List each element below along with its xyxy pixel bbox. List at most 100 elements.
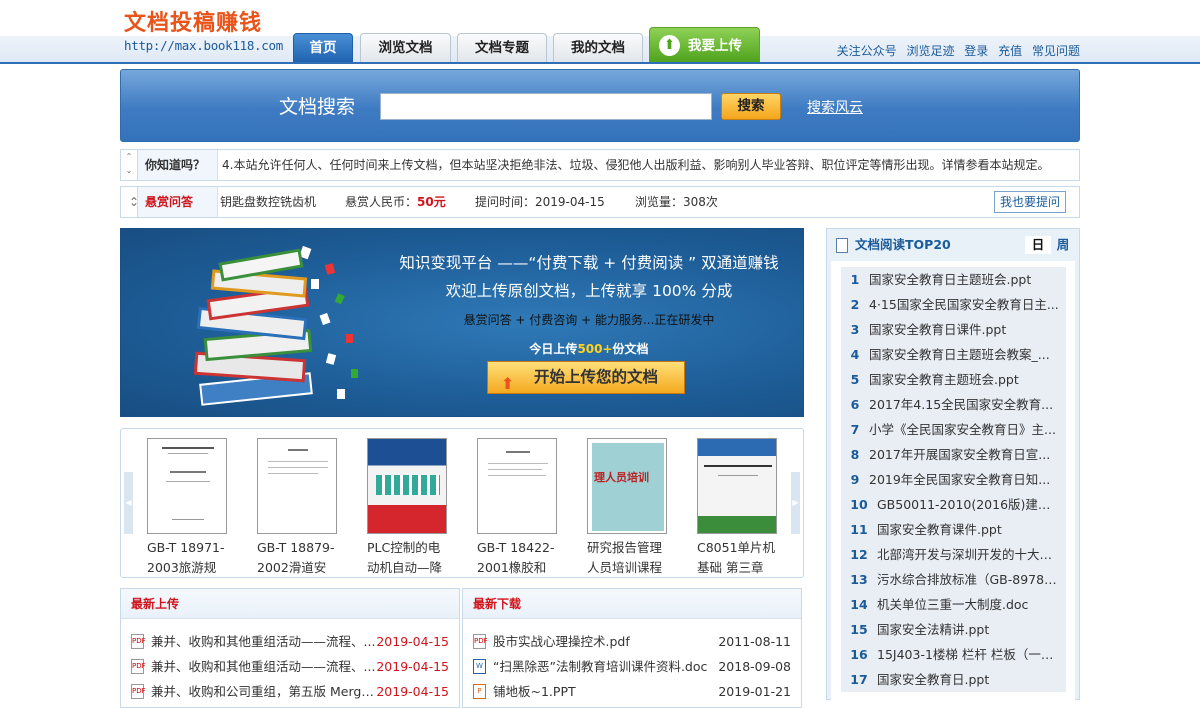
reward-amount: 悬赏人民币：50元 — [345, 187, 446, 217]
list-item-title[interactable]: 4·15国家全民国家安全教育日主... — [869, 292, 1060, 317]
chevron-down-icon[interactable]: ⌄ — [126, 166, 133, 175]
today-count-value: 500+ — [577, 342, 613, 356]
carousel-caption[interactable]: 研究报告管理人员培训课程 — [587, 538, 667, 578]
list-item-title[interactable]: 15J403-1楼梯 栏杆 栏板（一）... — [877, 642, 1060, 667]
list-item[interactable]: 5 国家安全教育主题班会.ppt — [841, 367, 1066, 392]
reward-question[interactable]: 钥匙盘数控铣齿机 — [220, 187, 316, 217]
carousel-item[interactable]: PLC控制的电动机自动—降 — [367, 438, 447, 578]
search-button[interactable]: 搜索 — [721, 93, 781, 120]
list-item[interactable]: 13 污水综合排放标准（GB-8978-1... — [841, 567, 1066, 592]
link-follow-wechat[interactable]: 关注公众号 — [837, 44, 897, 58]
rank-number: 8 — [850, 447, 860, 462]
rank-number: 2 — [850, 297, 860, 312]
reward-scroll-arrows[interactable]: ⌃ ⌄ — [121, 187, 139, 217]
list-item-title[interactable]: 国家安全教育日主题班会.ppt — [869, 267, 1060, 292]
doc-thumbnail[interactable] — [477, 438, 557, 534]
link-login[interactable]: 登录 — [964, 44, 988, 58]
tab-browse-docs[interactable]: 浏览文档 — [360, 33, 451, 62]
list-item-title[interactable]: 铺地板~1.PPT — [493, 679, 733, 704]
list-item[interactable]: 2 4·15国家全民国家安全教育日主... — [841, 292, 1066, 317]
list-item-title[interactable]: “扫黑除恶”法制教育培训课件资料.doc — [493, 654, 733, 679]
chevron-up-icon[interactable]: ⌃ — [126, 152, 133, 161]
list-item[interactable]: 6 2017年4.15全民国家安全教育... — [841, 392, 1066, 417]
list-item-title[interactable]: 国家安全法精讲.ppt — [877, 617, 1060, 642]
doc-thumbnail[interactable] — [697, 438, 777, 534]
search-input[interactable] — [380, 93, 712, 120]
list-item[interactable]: 17 国家安全教育日.ppt — [841, 667, 1066, 692]
list-item[interactable]: PDF 兼并、收购和其他重组活动——流程、... 2019-04-15 — [131, 654, 449, 679]
list-item-title[interactable]: 2017年4.15全民国家安全教育... — [869, 392, 1060, 417]
list-item-title[interactable]: 国家安全教育日主题班会教案_... — [869, 342, 1060, 367]
doc-thumbnail[interactable] — [147, 438, 227, 534]
list-item[interactable]: 8 2017年开展国家安全教育日宣... — [841, 442, 1066, 467]
carousel-caption[interactable]: PLC控制的电动机自动—降 — [367, 538, 447, 578]
tab-home[interactable]: 首页 — [293, 33, 353, 62]
site-logo[interactable]: 文档投稿赚钱 http://max.book118.com — [124, 10, 294, 54]
chevron-down-icon[interactable]: ⌄ — [129, 187, 139, 217]
list-item[interactable]: PDF 兼并、收购和公司重组，第五版 Merge... 2019-04-15 — [131, 679, 449, 704]
carousel-item[interactable]: GB-T 18879-2002滑道安全 — [257, 438, 337, 578]
list-item[interactable]: 14 机关单位三重一大制度.doc — [841, 592, 1066, 617]
tab-my-docs[interactable]: 我的文档 — [553, 33, 643, 62]
link-recharge[interactable]: 充值 — [998, 44, 1022, 58]
list-item-title[interactable]: 国家安全教育主题班会.ppt — [869, 367, 1060, 392]
list-item-title[interactable]: 兼并、收购和其他重组活动——流程、... — [151, 629, 377, 654]
carousel-caption[interactable]: GB-T 18879-2002滑道安全 — [257, 538, 337, 578]
carousel-caption[interactable]: GB-T 18971-2003旅游规划 — [147, 538, 227, 578]
list-item[interactable]: 16 15J403-1楼梯 栏杆 栏板（一）... — [841, 642, 1066, 667]
carousel-item[interactable]: GB-T 18422-2001橡胶和塑 — [477, 438, 557, 578]
list-item[interactable]: P 铺地板~1.PPT 2019-01-21 — [473, 679, 791, 704]
carousel-caption[interactable]: C8051单片机基础 第三章 指 — [697, 538, 777, 578]
list-item-title[interactable]: 股市实战心理操控术.pdf — [493, 629, 733, 654]
list-item-title[interactable]: 北部湾开发与深圳开发的十大比... — [877, 542, 1060, 567]
search-trend-link[interactable]: 搜索风云 — [807, 97, 863, 117]
list-item-title[interactable]: 2017年开展国家安全教育日宣... — [869, 442, 1060, 467]
list-item-title[interactable]: 兼并、收购和公司重组，第五版 Merge... — [151, 679, 377, 704]
pdf-icon: PDF — [131, 659, 146, 674]
tab-doc-topics[interactable]: 文档专题 — [457, 33, 547, 62]
tab-week[interactable]: 周 — [1053, 236, 1073, 254]
reward-time: 提问时间：2019-04-15 — [475, 195, 605, 209]
link-browse-history[interactable]: 浏览足迹 — [906, 44, 954, 58]
carousel-prev-button[interactable]: ◀ — [124, 472, 133, 534]
list-item[interactable]: 9 2019年全民国家安全教育日知... — [841, 467, 1066, 492]
carousel-item[interactable]: 理人员培训 研究报告管理人员培训课程 — [587, 438, 667, 578]
list-item-title[interactable]: 污水综合排放标准（GB-8978-1... — [877, 567, 1060, 592]
tip-scroll-arrows[interactable]: ⌃ ⌄ — [121, 150, 138, 180]
list-item-title[interactable]: 2019年全民国家安全教育日知... — [869, 467, 1060, 492]
list-item-title[interactable]: 机关单位三重一大制度.doc — [877, 592, 1060, 617]
carousel-item[interactable]: GB-T 18971-2003旅游规划 — [147, 438, 227, 578]
carousel-caption[interactable]: GB-T 18422-2001橡胶和塑 — [477, 538, 557, 578]
tab-day[interactable]: 日 — [1025, 236, 1051, 254]
doc-thumbnail[interactable] — [257, 438, 337, 534]
list-item-title[interactable]: 小学《全民国家安全教育日》主... — [869, 417, 1060, 442]
list-item-title[interactable]: 兼并、收购和其他重组活动——流程、... — [151, 654, 377, 679]
list-item[interactable]: 4 国家安全教育日主题班会教案_... — [841, 342, 1066, 367]
search-panel: 文档搜索 搜索 搜索风云 — [120, 69, 1080, 142]
list-item[interactable]: W “扫黑除恶”法制教育培训课件资料.doc 2018-09-08 — [473, 654, 791, 679]
list-item-title[interactable]: 国家安全教育日课件.ppt — [869, 317, 1060, 342]
tip-text[interactable]: 4.本站允许任何人、任何时间来上传文档，但本站坚决拒绝非法、垃圾、侵犯他人出版利… — [217, 150, 1079, 180]
start-upload-button[interactable]: ⬆ 开始上传您的文档 — [487, 361, 685, 394]
list-item[interactable]: 15 国家安全法精讲.ppt — [841, 617, 1066, 642]
list-item-title[interactable]: 国家安全教育课件.ppt — [877, 517, 1060, 542]
carousel-item[interactable]: C8051单片机基础 第三章 指 — [697, 438, 777, 578]
list-item[interactable]: 10 GB50011-2010(2016版)建筑... — [841, 492, 1066, 517]
link-faq[interactable]: 常见问题 — [1032, 44, 1080, 58]
list-item[interactable]: 12 北部湾开发与深圳开发的十大比... — [841, 542, 1066, 567]
doc-thumbnail[interactable]: 理人员培训 — [587, 438, 667, 534]
tip-bar: ⌃ ⌄ 你知道吗？ 4.本站允许任何人、任何时间来上传文档，但本站坚决拒绝非法、垃… — [120, 149, 1080, 181]
doc-thumbnail[interactable] — [367, 438, 447, 534]
list-item[interactable]: 11 国家安全教育课件.ppt — [841, 517, 1066, 542]
promo-banner[interactable]: 知识变现平台 ——“付费下载 + 付费阅读 ” 双通道赚钱 欢迎上传原创文档，上… — [120, 228, 804, 417]
list-item[interactable]: PDF 股市实战心理操控术.pdf 2011-08-11 — [473, 629, 791, 654]
list-item[interactable]: 1 国家安全教育日主题班会.ppt — [841, 267, 1066, 292]
carousel-next-button[interactable]: ▶ — [791, 472, 800, 534]
ask-question-button[interactable]: 我也要提问 — [994, 191, 1066, 213]
list-item-title[interactable]: 国家安全教育日.ppt — [877, 667, 1060, 692]
list-item[interactable]: 7 小学《全民国家安全教育日》主... — [841, 417, 1066, 442]
list-item[interactable]: PDF 兼并、收购和其他重组活动——流程、... 2019-04-15 — [131, 629, 449, 654]
upload-button[interactable]: ⬆ 我要上传 — [649, 27, 760, 62]
list-item[interactable]: 3 国家安全教育日课件.ppt — [841, 317, 1066, 342]
list-item-title[interactable]: GB50011-2010(2016版)建筑... — [877, 492, 1060, 517]
